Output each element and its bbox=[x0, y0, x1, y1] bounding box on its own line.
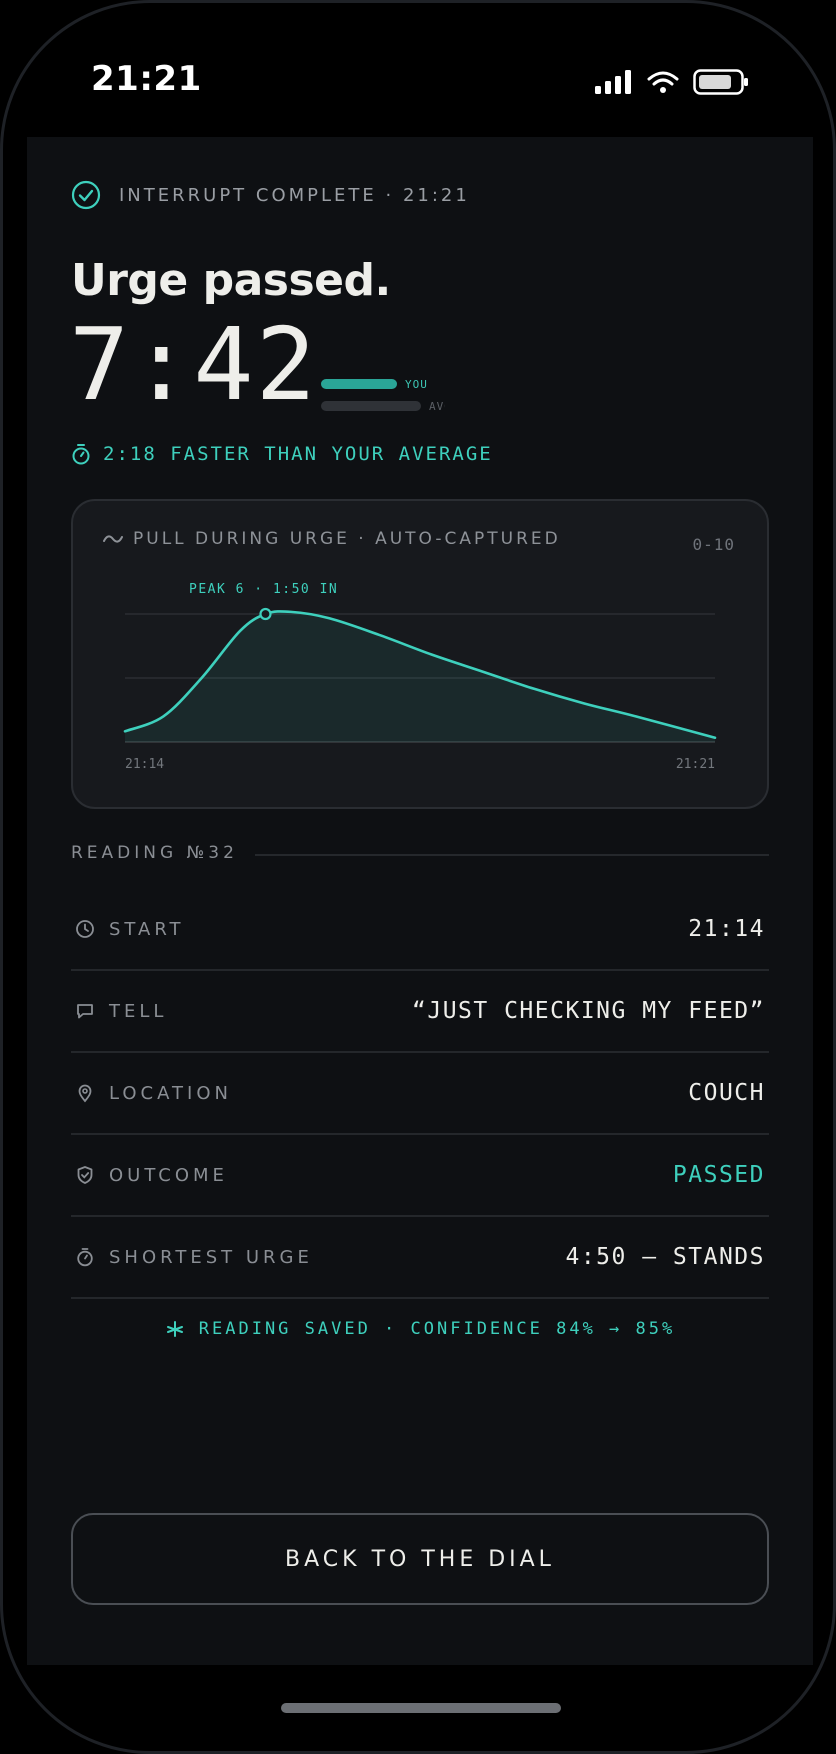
back-to-dial-button[interactable]: BACK TO THE DIAL bbox=[71, 1513, 769, 1605]
shortest-urge-label: SHORTEST URGE bbox=[109, 1246, 313, 1268]
detail-row-location: LOCATION COUCH bbox=[71, 1053, 769, 1135]
stopwatch-icon bbox=[72, 444, 90, 465]
status-icons bbox=[595, 69, 749, 95]
detail-row-start: START 21:14 bbox=[71, 889, 769, 971]
status-time: 21:21 bbox=[91, 59, 202, 99]
pull-area bbox=[125, 611, 715, 742]
x-start-label: 21:14 bbox=[125, 757, 164, 772]
comparison-line: 2:18 FASTER THAN YOUR AVERAGE bbox=[71, 443, 493, 465]
x-end-label: 21:21 bbox=[676, 757, 715, 772]
detail-row-outcome: OUTCOME PASSED bbox=[71, 1135, 769, 1217]
results-screen: INTERRUPT COMPLETE · 21:21 Urge passed. … bbox=[27, 137, 813, 1665]
tell-value: “JUST CHECKING MY FEED” bbox=[412, 998, 765, 1024]
you-bar bbox=[321, 379, 397, 389]
location-value: COUCH bbox=[688, 1080, 765, 1106]
battery-icon bbox=[693, 69, 748, 95]
urge-duration: 7:42 bbox=[69, 306, 318, 423]
section-divider bbox=[255, 854, 769, 856]
detail-row-shortest-urge: SHORTEST URGE 4:50 — STANDS bbox=[71, 1217, 769, 1299]
saved-confirmation: READING SAVED · CONFIDENCE 84% → 85% bbox=[27, 1319, 813, 1339]
start-value: 21:14 bbox=[688, 916, 765, 942]
completion-header: INTERRUPT COMPLETE · 21:21 bbox=[71, 180, 470, 210]
saved-text: READING SAVED · CONFIDENCE 84% → 85% bbox=[198, 1319, 676, 1339]
shortest-urge-value: 4:50 — STANDS bbox=[565, 1244, 765, 1270]
duration-comparison-bars: YOU AVG bbox=[321, 373, 445, 417]
reading-number: READING №32 bbox=[71, 843, 238, 863]
wifi-icon bbox=[647, 71, 679, 93]
tell-label: TELL bbox=[109, 1000, 168, 1022]
sparkle-icon bbox=[166, 1321, 183, 1337]
signal-icon bbox=[595, 70, 631, 94]
reading-details: START 21:14 TELL “JUST CHECKING MY FEED” bbox=[71, 889, 769, 1299]
comparison-text: 2:18 FASTER THAN YOUR AVERAGE bbox=[103, 443, 493, 465]
location-pin-icon bbox=[78, 1084, 92, 1103]
peak-marker bbox=[259, 607, 272, 621]
stopwatch-icon bbox=[77, 1248, 93, 1267]
start-label: START bbox=[109, 918, 185, 940]
peak-label: PEAK 6 · 1:50 IN bbox=[189, 582, 338, 597]
speech-bubble-icon bbox=[77, 1004, 93, 1019]
average-bar-label: AVG bbox=[429, 399, 445, 413]
average-bar bbox=[321, 401, 421, 411]
home-indicator[interactable] bbox=[281, 1703, 561, 1713]
clock-icon bbox=[76, 920, 94, 938]
page-title: Urge passed. bbox=[71, 255, 391, 306]
phone-frame: 21:21 INTERRUPT COMPLETE · 21:21 Urge pa… bbox=[0, 0, 836, 1754]
location-label: LOCATION bbox=[109, 1082, 232, 1104]
outcome-label: OUTCOME bbox=[109, 1164, 228, 1186]
completion-status: INTERRUPT COMPLETE · 21:21 bbox=[119, 184, 470, 206]
shield-check-icon bbox=[77, 1166, 93, 1184]
outcome-value: PASSED bbox=[672, 1162, 765, 1188]
urge-chart-card: PULL DURING URGE · AUTO-CAPTURED 0-10 PE… bbox=[71, 499, 769, 809]
check-circle-icon bbox=[71, 180, 101, 210]
you-bar-label: YOU bbox=[405, 377, 428, 391]
detail-row-tell: TELL “JUST CHECKING MY FEED” bbox=[71, 971, 769, 1053]
urge-chart: PEAK 6 · 1:50 IN 21:14 21:21 bbox=[123, 582, 717, 772]
